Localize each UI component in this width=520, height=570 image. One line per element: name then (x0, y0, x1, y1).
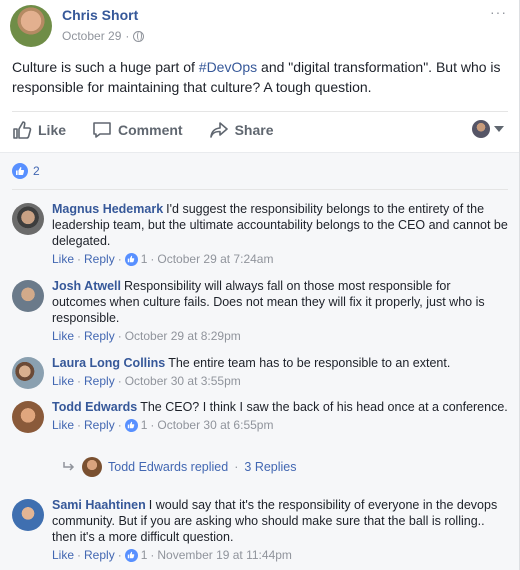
comment-content: The CEO? I think I saw the back of his h… (140, 400, 508, 414)
commenter-name[interactable]: Sami Haahtinen (52, 498, 146, 512)
comment-timestamp[interactable]: November 19 at 11:44pm (157, 548, 292, 562)
comment-button[interactable]: Comment (92, 120, 183, 140)
like-button[interactable]: Like (12, 120, 66, 140)
share-arrow-icon (209, 121, 228, 138)
comment-reply-link[interactable]: Reply (84, 418, 115, 432)
like-reaction-icon[interactable] (124, 548, 138, 562)
comment-like-count[interactable]: 1 (141, 252, 148, 266)
footer-separator: · (117, 548, 122, 562)
comment-text: Sami Haahtinen I would say that it's the … (52, 497, 508, 545)
footer-separator: · (77, 418, 82, 432)
footer-separator: · (150, 418, 155, 432)
footer-separator: · (150, 548, 155, 562)
comment-timestamp[interactable]: October 30 at 3:55pm (125, 374, 241, 388)
footer-separator: · (77, 374, 82, 388)
comment-timestamp[interactable]: October 29 at 7:24am (157, 252, 273, 266)
globe-icon[interactable] (133, 30, 145, 42)
comment-item: Sami Haahtinen I would say that it's the … (12, 497, 508, 562)
comment-timestamp[interactable]: October 30 at 6:55pm (157, 418, 273, 432)
meta-separator: · (125, 29, 130, 43)
commenter-avatar[interactable] (12, 401, 44, 433)
like-reaction-icon (12, 163, 28, 179)
post-text-part: Culture is such a huge part of (12, 59, 199, 75)
comment-like-link[interactable]: Like (52, 418, 74, 432)
comment-like-link[interactable]: Like (52, 329, 74, 343)
post-card: Chris Short October 29 · ··· Culture is … (0, 0, 520, 570)
comment-footer: Like · Reply · 1 · October 30 at 6:55pm (52, 418, 508, 432)
post-meta: October 29 · (62, 29, 145, 43)
chevron-down-icon (494, 126, 504, 132)
reaction-count: 2 (33, 164, 40, 178)
post-author-name[interactable]: Chris Short (62, 7, 138, 23)
comment-like-link[interactable]: Like (52, 374, 74, 388)
comment-text: Todd Edwards The CEO? I think I saw the b… (52, 399, 508, 415)
comment-item: Laura Long Collins The entire team has to… (12, 355, 508, 389)
divider (12, 189, 508, 190)
commenter-name[interactable]: Josh Atwell (52, 279, 121, 293)
post-actions-bar: Like Comment Share (12, 111, 508, 147)
hashtag-link[interactable]: #DevOps (199, 59, 257, 75)
comment-timestamp[interactable]: October 29 at 8:29pm (125, 329, 241, 343)
reactions-summary[interactable]: 2 (12, 163, 40, 179)
comment-reply-link[interactable]: Reply (84, 252, 115, 266)
commenter-avatar[interactable] (12, 203, 44, 235)
viewer-avatar (472, 120, 490, 138)
speech-bubble-icon (93, 121, 111, 138)
comments-section: 2 Magnus Hedemark I'd suggest the respons… (0, 152, 519, 570)
comment-content: The entire team has to be responsible to… (168, 356, 451, 370)
more-options-icon[interactable]: ··· (490, 4, 507, 20)
footer-separator: · (77, 548, 82, 562)
footer-separator: · (77, 329, 82, 343)
comment-text: Josh Atwell Responsibility will always fa… (52, 278, 508, 326)
comment-reply-link[interactable]: Reply (84, 329, 115, 343)
comment-item: Josh Atwell Responsibility will always fa… (12, 278, 508, 343)
comment-like-link[interactable]: Like (52, 252, 74, 266)
thumbs-up-icon (13, 120, 32, 139)
commenter-name[interactable]: Laura Long Collins (52, 356, 165, 370)
comment-like-count[interactable]: 1 (141, 548, 148, 562)
comment-reply-link[interactable]: Reply (84, 548, 115, 562)
replies-summary: Todd Edwards replied (108, 460, 229, 474)
footer-separator: · (77, 252, 82, 266)
comment-like-count[interactable]: 1 (141, 418, 148, 432)
post-as-selector[interactable] (472, 120, 504, 138)
comment-text: Laura Long Collins The entire team has to… (52, 355, 508, 371)
like-reaction-icon[interactable] (124, 418, 138, 432)
like-label: Like (38, 121, 67, 138)
share-button[interactable]: Share (209, 120, 274, 140)
footer-separator: · (117, 252, 122, 266)
footer-separator: · (117, 329, 122, 343)
commenter-name[interactable]: Magnus Hedemark (52, 202, 163, 216)
footer-separator: · (117, 418, 122, 432)
comment-item: Todd Edwards The CEO? I think I saw the b… (12, 399, 508, 433)
comment-footer: Like · Reply · October 29 at 8:29pm (52, 329, 508, 343)
comment-footer: Like · Reply · 1 · October 29 at 7:24am (52, 252, 508, 266)
commenter-avatar[interactable] (12, 280, 44, 312)
replies-separator: · (234, 460, 239, 474)
view-replies-link[interactable]: Todd Edwards replied · 3 Replies (62, 457, 297, 477)
comment-text: Magnus Hedemark I'd suggest the responsib… (52, 201, 508, 249)
like-reaction-icon[interactable] (124, 252, 138, 266)
comment-label: Comment (118, 121, 183, 138)
commenter-avatar[interactable] (12, 357, 44, 389)
commenter-avatar[interactable] (12, 499, 44, 531)
post-date[interactable]: October 29 (62, 29, 121, 43)
replies-count: 3 Replies (244, 460, 297, 474)
reply-arrow-icon (63, 462, 75, 471)
comment-like-link[interactable]: Like (52, 548, 74, 562)
author-avatar[interactable] (10, 5, 52, 47)
comment-footer: Like · Reply · 1 · November 19 at 11:44p… (52, 548, 508, 562)
comment-footer: Like · Reply · October 30 at 3:55pm (52, 374, 508, 388)
comment-item: Magnus Hedemark I'd suggest the responsib… (12, 201, 508, 266)
footer-separator: · (150, 252, 155, 266)
comment-reply-link[interactable]: Reply (84, 374, 115, 388)
post-text: Culture is such a huge part of #DevOps a… (12, 57, 512, 97)
footer-separator: · (117, 374, 122, 388)
replier-avatar (82, 457, 102, 477)
share-label: Share (234, 121, 274, 138)
commenter-name[interactable]: Todd Edwards (52, 400, 137, 414)
